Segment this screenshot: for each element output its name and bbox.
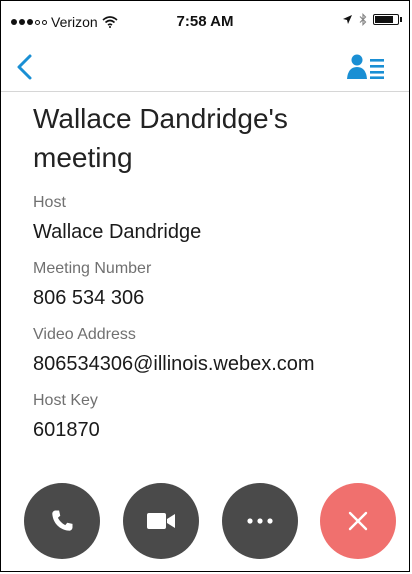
phone-screen: Verizon 7:58 AM Wallace Dandridge's meet… [0,0,410,572]
chevron-left-icon [17,54,32,80]
participants-button[interactable] [347,53,387,81]
host-key-label: Host Key [33,392,98,409]
video-address-value: 806534306@illinois.webex.com [33,353,315,375]
bluetooth-icon [359,13,367,26]
more-dots-icon [247,518,273,524]
host-value: Wallace Dandridge [33,221,202,243]
host-field: Host Wallace Dandridge [33,193,395,245]
phone-icon [52,510,73,531]
meeting-number-value: 806 534 306 [33,287,145,309]
meeting-number-label: Meeting Number [33,260,152,277]
action-bar [1,483,409,561]
meeting-details: Wallace Dandridge's meeting Host Wallace… [33,99,395,457]
video-address-label: Video Address [33,326,136,343]
status-right [342,13,402,26]
host-key-value: 601870 [33,419,100,441]
call-button[interactable] [24,483,100,559]
location-arrow-icon [343,15,352,24]
battery-icon [373,14,402,25]
back-button[interactable] [11,51,41,83]
meeting-title: Wallace Dandridge's meeting [33,103,288,173]
end-button[interactable] [320,483,396,559]
video-button[interactable] [123,483,199,559]
battery-level-fill [375,16,393,23]
close-icon [348,511,368,531]
participants-list-icon [347,54,384,79]
video-camera-icon [147,513,175,529]
status-bar: Verizon 7:58 AM [1,1,409,43]
host-key-field: Host Key 601870 [33,391,395,443]
host-label: Host [33,194,66,211]
nav-bar [1,43,409,92]
video-address-field: Video Address 806534306@illinois.webex.c… [33,325,395,377]
meeting-number-field: Meeting Number 806 534 306 [33,259,395,311]
more-button[interactable] [222,483,298,559]
